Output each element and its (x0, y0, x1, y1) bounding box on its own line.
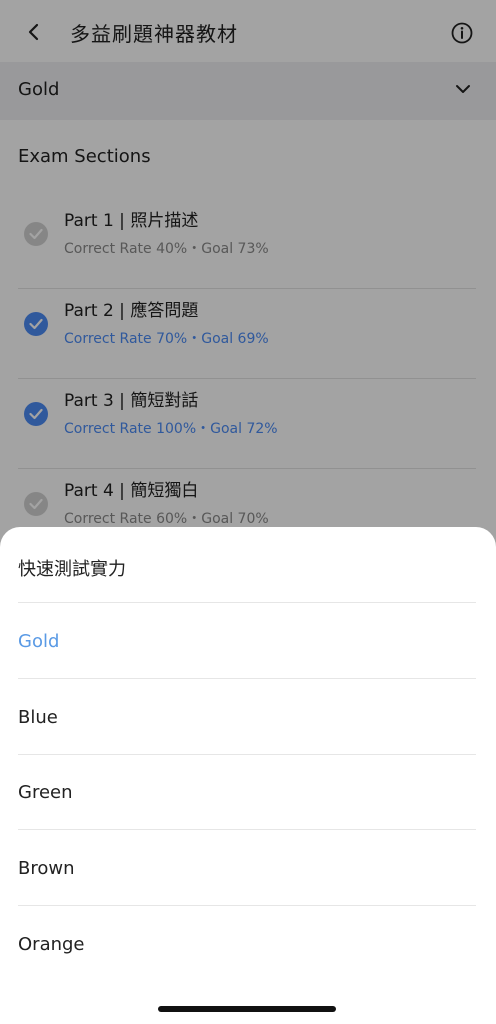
option-label: Blue (18, 707, 58, 728)
home-indicator[interactable] (158, 1006, 336, 1012)
option-label: 快速測試實力 (18, 559, 126, 580)
option-label: Green (18, 782, 73, 803)
sheet-option-blue[interactable]: Blue (18, 679, 476, 755)
level-bottom-sheet: 快速測試實力 Gold Blue Green Brown Orange (0, 527, 496, 1024)
sheet-option-quick-test[interactable]: 快速測試實力 (18, 527, 476, 603)
sheet-option-orange[interactable]: Orange (18, 906, 476, 981)
sheet-option-brown[interactable]: Brown (18, 830, 476, 906)
sheet-option-gold[interactable]: Gold (18, 603, 476, 679)
sheet-option-green[interactable]: Green (18, 754, 476, 830)
option-label: Brown (18, 858, 75, 879)
option-label: Gold (18, 631, 60, 652)
option-label: Orange (18, 934, 85, 955)
